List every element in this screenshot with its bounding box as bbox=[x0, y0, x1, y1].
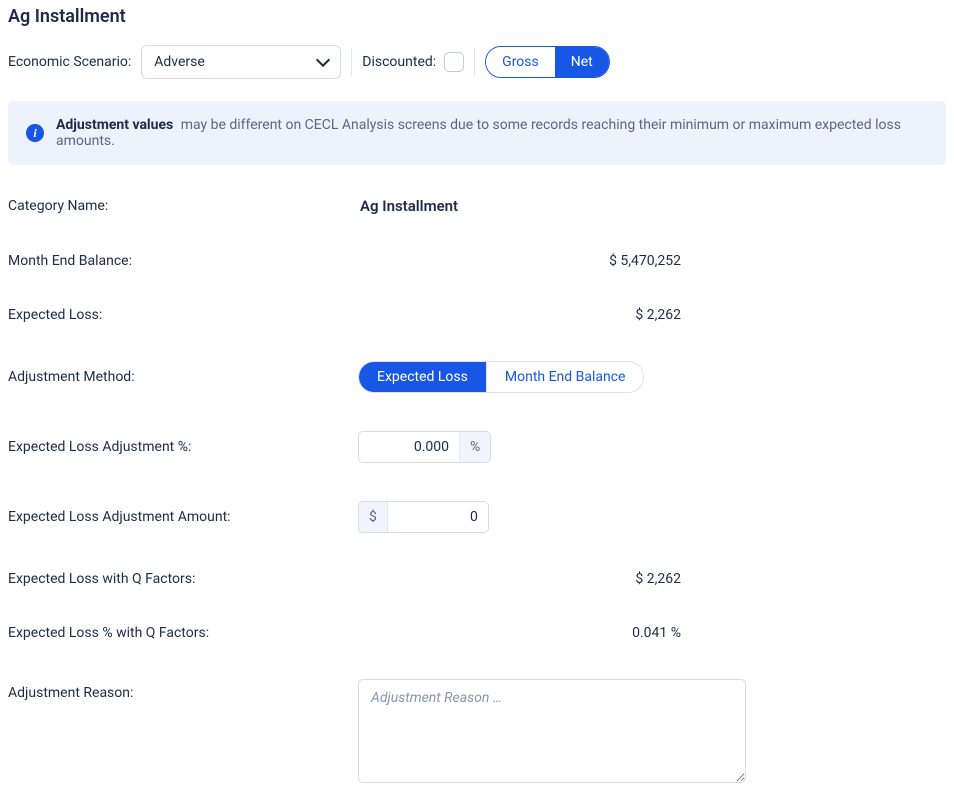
banner-bold: Adjustment values bbox=[56, 117, 173, 133]
gross-net-toggle: Gross Net bbox=[485, 46, 610, 78]
banner-text: may be different on CECL Analysis screen… bbox=[56, 117, 901, 149]
category-name-value: Ag Installment bbox=[358, 197, 946, 215]
adj-pct-input[interactable] bbox=[359, 432, 459, 462]
discounted-label: Discounted: bbox=[362, 54, 436, 70]
expected-loss-label: Expected Loss: bbox=[8, 307, 358, 323]
adjustment-method-expected-loss[interactable]: Expected Loss bbox=[359, 362, 486, 392]
expected-loss-value: $ 2,262 bbox=[358, 307, 946, 323]
scenario-label: Economic Scenario: bbox=[8, 54, 131, 70]
category-name-label: Category Name: bbox=[8, 198, 358, 214]
percent-addon: % bbox=[459, 432, 490, 462]
scenario-select-value: Adverse bbox=[154, 54, 205, 70]
month-end-balance-value: $ 5,470,252 bbox=[358, 253, 946, 269]
adj-pct-group: % bbox=[358, 431, 491, 463]
adj-pct-label: Expected Loss Adjustment %: bbox=[8, 439, 358, 455]
scenario-select[interactable]: Adverse bbox=[141, 45, 341, 79]
divider bbox=[474, 48, 475, 76]
el-with-q-label: Expected Loss with Q Factors: bbox=[8, 571, 358, 587]
form-grid: Category Name: Ag Installment Month End … bbox=[8, 197, 946, 787]
net-option[interactable]: Net bbox=[555, 47, 609, 77]
chevron-down-icon bbox=[316, 53, 330, 67]
adjustment-reason-textarea[interactable] bbox=[358, 679, 746, 783]
info-icon: i bbox=[26, 124, 44, 142]
divider bbox=[351, 48, 352, 76]
gross-option[interactable]: Gross bbox=[486, 47, 555, 77]
adjustment-method-toggle: Expected Loss Month End Balance bbox=[358, 361, 644, 393]
adjustment-method-label: Adjustment Method: bbox=[8, 369, 358, 385]
discounted-checkbox[interactable] bbox=[444, 52, 464, 72]
el-pct-with-q-label: Expected Loss % with Q Factors: bbox=[8, 625, 358, 641]
dollar-addon: $ bbox=[359, 502, 388, 532]
page-title: Ag Installment bbox=[8, 6, 946, 27]
adjustment-method-month-end[interactable]: Month End Balance bbox=[486, 362, 644, 392]
month-end-balance-label: Month End Balance: bbox=[8, 253, 358, 269]
adj-amt-group: $ bbox=[358, 501, 489, 533]
adj-amt-label: Expected Loss Adjustment Amount: bbox=[8, 509, 358, 525]
adj-amt-input[interactable] bbox=[388, 502, 488, 532]
el-pct-with-q-value: 0.041 % bbox=[358, 625, 946, 641]
el-with-q-value: $ 2,262 bbox=[358, 571, 946, 587]
info-banner: i Adjustment values may be different on … bbox=[8, 101, 946, 165]
control-row: Economic Scenario: Adverse Discounted: G… bbox=[8, 45, 946, 79]
reason-label: Adjustment Reason: bbox=[8, 679, 358, 701]
